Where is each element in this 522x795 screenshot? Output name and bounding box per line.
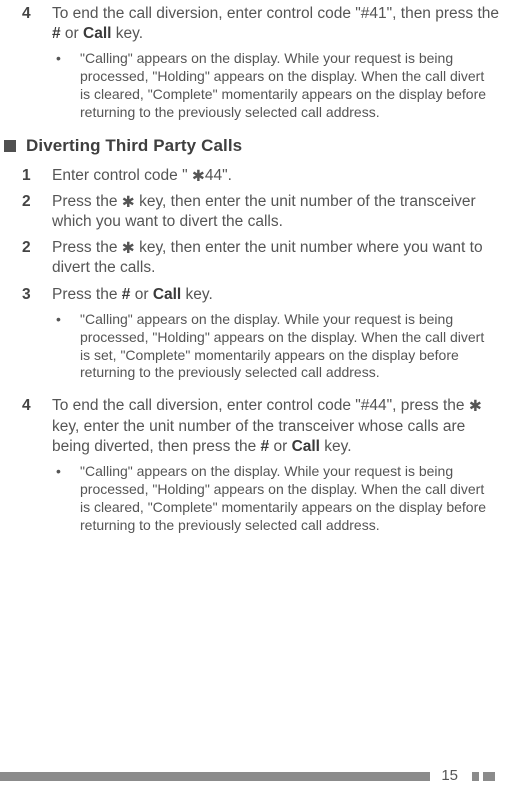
bullet-text: "Calling" appears on the display. While … <box>80 50 500 122</box>
text: Press the <box>52 193 122 210</box>
star-icon: ✱ <box>192 168 205 185</box>
call-key: Call <box>292 438 320 455</box>
step-number: 2 <box>22 238 52 278</box>
bullet-note: • "Calling" appears on the display. Whil… <box>22 311 500 383</box>
text: To end the call diversion, enter control… <box>52 397 469 414</box>
star-icon: ✱ <box>122 194 135 211</box>
step-number: 4 <box>22 396 52 456</box>
step-body: Press the ✱ key, then enter the unit num… <box>52 192 500 232</box>
section-header: Diverting Third Party Calls <box>4 136 500 156</box>
step-body: Enter control code " ✱44". <box>52 166 500 186</box>
text: To end the call diversion, enter control… <box>52 5 499 22</box>
step-body: Press the # or Call key. <box>52 285 500 305</box>
step-2b: 2 Press the ✱ key, then enter the unit n… <box>22 238 500 278</box>
bullet-icon: • <box>52 311 80 383</box>
bullet-icon: • <box>52 50 80 122</box>
step-body: Press the ✱ key, then enter the unit num… <box>52 238 500 278</box>
step-2a: 2 Press the ✱ key, then enter the unit n… <box>22 192 500 232</box>
text: or <box>61 25 83 42</box>
text: or <box>130 286 152 303</box>
page-number: 15 <box>437 767 462 784</box>
section-title: Diverting Third Party Calls <box>26 136 242 156</box>
footer-bar-segment <box>483 772 495 781</box>
text: key, enter the unit number of the transc… <box>52 418 465 455</box>
step-number: 4 <box>22 4 52 44</box>
bullet-note: • "Calling" appears on the display. Whil… <box>22 50 500 122</box>
text: Press the <box>52 286 122 303</box>
text: key. <box>111 25 143 42</box>
footer-bar-segment <box>472 772 479 781</box>
bullet-note: • "Calling" appears on the display. Whil… <box>22 463 500 535</box>
call-key: Call <box>83 25 111 42</box>
footer-bar <box>0 772 430 781</box>
bullet-icon: • <box>52 463 80 535</box>
text: Press the <box>52 239 122 256</box>
step-body: To end the call diversion, enter control… <box>52 396 500 456</box>
page-content: 4 To end the call diversion, enter contr… <box>0 0 522 534</box>
step-number: 2 <box>22 192 52 232</box>
text: 44". <box>205 167 232 184</box>
text: key. <box>320 438 352 455</box>
text: key. <box>181 286 213 303</box>
star-icon: ✱ <box>469 398 482 415</box>
bullet-text: "Calling" appears on the display. While … <box>80 311 500 383</box>
step-4-top: 4 To end the call diversion, enter contr… <box>22 4 500 44</box>
text: Enter control code " <box>52 167 192 184</box>
step-3: 3 Press the # or Call key. <box>22 285 500 305</box>
hash-key: # <box>52 25 61 42</box>
bullet-text: "Calling" appears on the display. While … <box>80 463 500 535</box>
square-bullet-icon <box>4 140 16 152</box>
text: or <box>269 438 291 455</box>
step-1: 1 Enter control code " ✱44". <box>22 166 500 186</box>
step-4: 4 To end the call diversion, enter contr… <box>22 396 500 456</box>
step-number: 3 <box>22 285 52 305</box>
step-body: To end the call diversion, enter control… <box>52 4 500 44</box>
step-number: 1 <box>22 166 52 186</box>
call-key: Call <box>153 286 181 303</box>
star-icon: ✱ <box>122 240 135 257</box>
page-footer: 15 <box>0 767 522 781</box>
hash-key: # <box>261 438 270 455</box>
